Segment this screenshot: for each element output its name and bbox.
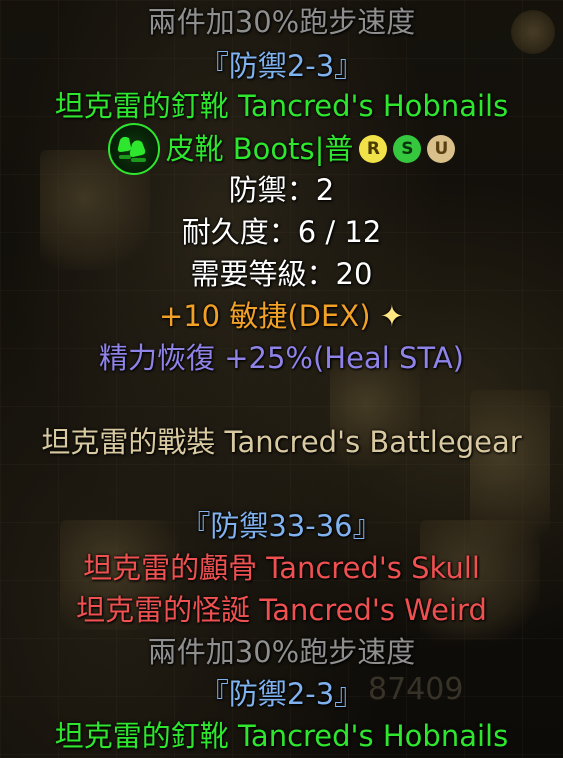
item-type: 皮靴 Boots|普 <box>165 132 354 166</box>
set-item-weird: 坦克雷的怪誕 Tancred's Weird <box>76 593 487 627</box>
defense-value: 防禦：2 <box>228 173 335 207</box>
set-item-skull: 坦克雷的顱骨 Tancred's Skull <box>83 551 480 585</box>
set-bonus-top: 兩件加30%跑步速度 <box>147 5 416 39</box>
set-badge-icon: S <box>393 135 422 163</box>
set-defense-range: 『防禦33-36』 <box>181 509 382 543</box>
stat-dex: +10 敏捷(DEX) <box>158 299 371 333</box>
stat-heal: 精力恢復 +25%(Heal STA) <box>98 341 464 375</box>
set-bonus-bottom: 兩件加30%跑步速度 <box>147 635 416 669</box>
item-tooltip: 兩件加30%跑步速度 『防禦2-3』 坦克雷的釘靴 Tancred's Hobn… <box>0 0 563 758</box>
item-name-bottom: 坦克雷的釘靴 Tancred's Hobnails <box>54 719 509 753</box>
defense-range-top: 『防禦2-3』 <box>199 49 364 83</box>
required-level: 需要等級：20 <box>190 257 373 291</box>
item-type-row: 皮靴 Boots|普 R S U <box>0 123 563 175</box>
stat-dex-row: +10 敏捷(DEX) ✦ <box>0 296 563 336</box>
durability-value: 耐久度：6 / 12 <box>181 215 382 249</box>
star-icon: ✦ <box>379 299 405 333</box>
item-name: 坦克雷的釘靴 Tancred's Hobnails <box>54 89 509 123</box>
rare-badge-icon: R <box>359 135 388 163</box>
boots-icon <box>107 123 160 175</box>
set-name: 坦克雷的戰裝 Tancred's Battlegear <box>41 425 522 459</box>
defense-range-bottom: 『防禦2-3』 <box>199 677 364 711</box>
unique-badge-icon: U <box>427 135 456 163</box>
